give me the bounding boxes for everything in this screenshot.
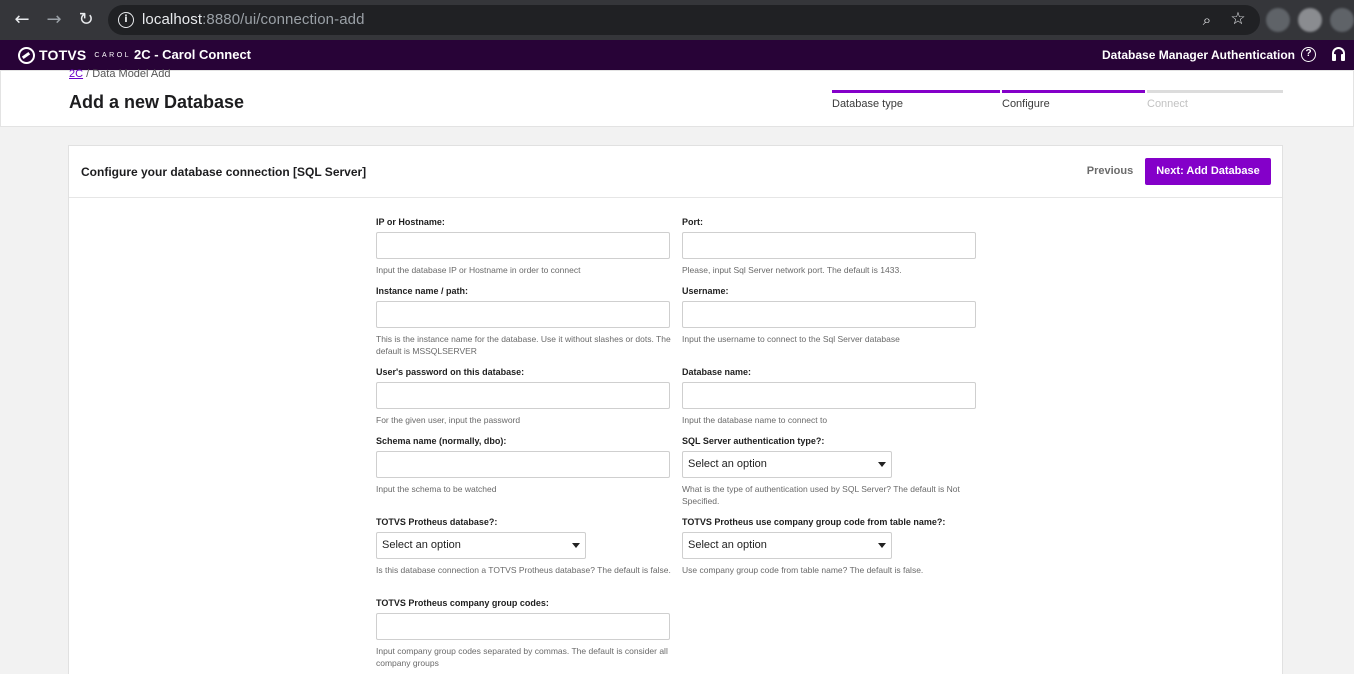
password-input[interactable] [376,382,670,409]
schema-field-group: Schema name (normally, dbo): Input the s… [376,435,671,496]
page-header: 2C / Data Model Add Add a new Database D… [0,68,1354,127]
port-field-group: Port: Please, input Sql Server network p… [682,216,977,277]
profile-avatar[interactable] [1298,8,1322,32]
ip-field-group: IP or Hostname: Input the database IP or… [376,216,671,277]
step-configure: Configure [1002,90,1145,120]
breadcrumb: 2C / Data Model Add [69,68,171,80]
card-title: Configure your database connection [SQL … [81,165,367,179]
breadcrumb-current: Data Model Add [92,68,171,80]
auth-type-field-group: SQL Server authentication type?: Select … [682,436,960,506]
instance-field-group: Instance name / path: This is the instan… [376,286,671,356]
headset-icon[interactable] [1331,47,1346,62]
zoom-icon[interactable]: ⌕ [1198,11,1216,29]
step-connect: Connect [1147,90,1283,120]
browser-toolbar: ← → ↻ i localhost:8880/ui/connection-add… [0,0,1354,40]
username-field-group: Username: Input the username to connect … [682,285,977,346]
caret-down-icon [878,543,886,548]
protheus-group-codes-field-group: TOTVS Protheus company group codes: Inpu… [376,597,671,669]
nav-authentication[interactable]: Authentication [1211,48,1295,62]
dbname-field-group: Database name: Input the database name t… [682,366,977,427]
breadcrumb-root-link[interactable]: 2C [69,68,83,80]
nav-database-manager[interactable]: Database Manager [1102,48,1208,62]
reload-icon[interactable]: ↻ [75,9,97,31]
app-header: TOTVS CAROL 2C - Carol Connect Database … [0,40,1354,70]
schema-name-input[interactable] [376,451,670,478]
app-title[interactable]: 2C - Carol Connect [134,47,251,62]
previous-button[interactable]: Previous [1076,158,1144,184]
card-header: Configure your database connection [SQL … [69,146,1282,198]
instance-name-input[interactable] [376,301,670,328]
totvs-logo[interactable]: TOTVS CAROL [18,45,131,65]
back-arrow-icon[interactable]: ← [11,9,33,31]
page-title: Add a new Database [69,92,245,112]
site-info-icon[interactable]: i [118,12,134,28]
totvs-logo-icon [18,46,35,64]
address-bar[interactable]: i localhost:8880/ui/connection-add ⌕ ☆ [108,5,1260,35]
port-input[interactable] [682,232,976,259]
extension-icon[interactable] [1266,8,1290,32]
protheus-db-select[interactable]: Select an option [376,532,586,559]
auth-type-select[interactable]: Select an option [682,451,892,478]
protheus-group-from-table-select[interactable]: Select an option [682,532,892,559]
menu-icon[interactable] [1330,8,1354,32]
username-input[interactable] [682,301,976,328]
bookmark-star-icon[interactable]: ☆ [1228,9,1248,29]
database-name-input[interactable] [682,382,976,409]
password-field-group: User's password on this database: For th… [376,366,671,427]
step-database-type: Database type [832,90,1000,120]
caret-down-icon [572,543,580,548]
help-icon[interactable]: ? [1301,47,1316,62]
protheus-db-field-group: TOTVS Protheus database?: Select an opti… [376,517,671,575]
config-card: Configure your database connection [SQL … [68,145,1283,674]
protheus-group-codes-input[interactable] [376,613,670,640]
forward-arrow-icon[interactable]: → [43,9,65,31]
url-text[interactable]: localhost:8880/ui/connection-add [142,11,365,28]
next-add-database-button[interactable]: Next: Add Database [1145,158,1271,185]
protheus-group-from-table-field-group: TOTVS Protheus use company group code fr… [682,517,946,575]
caret-down-icon [878,462,886,467]
ip-hostname-input[interactable] [376,232,670,259]
